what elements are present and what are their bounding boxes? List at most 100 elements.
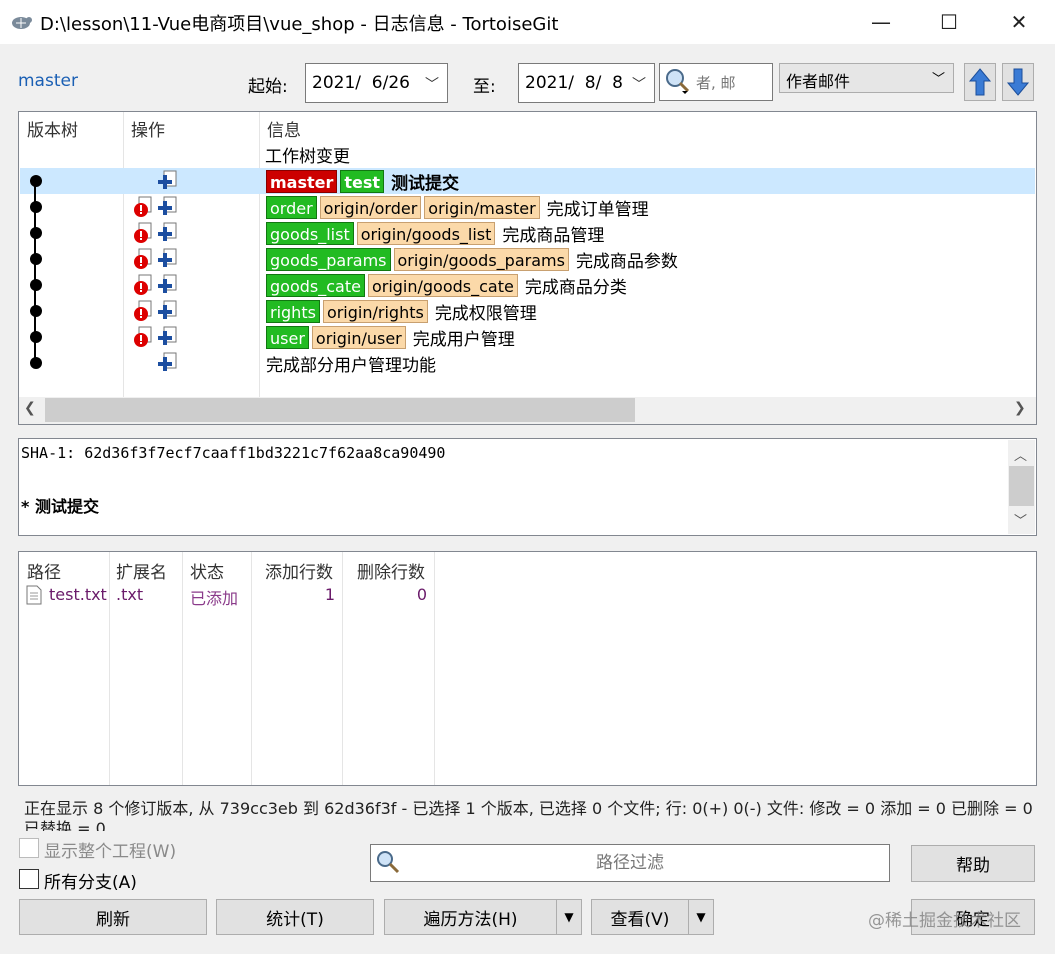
scroll-up-icon[interactable]: ︿ xyxy=(1014,445,1027,464)
file-added-icon xyxy=(158,300,177,319)
help-button-label: 帮助 xyxy=(956,856,990,876)
revision-node xyxy=(30,253,42,265)
horizontal-scroll-thumb[interactable] xyxy=(45,398,635,422)
walk-behavior-dropdown[interactable]: ▼ xyxy=(556,899,582,935)
search-field-select[interactable]: 作者邮件 ﹀ xyxy=(779,63,954,93)
scroll-down-icon[interactable]: ﹀ xyxy=(1014,510,1027,529)
remote-branch-tag: origin/user xyxy=(311,325,406,349)
text-file-icon xyxy=(26,585,42,605)
commit-message-text: 完成权限管理 xyxy=(434,303,537,324)
column-header-path[interactable]: 路径 xyxy=(27,558,61,583)
maximize-icon: ☐ xyxy=(940,10,958,34)
tortoisegit-app-icon xyxy=(12,17,32,29)
refresh-button[interactable]: 刷新 xyxy=(19,899,207,935)
branch-tag: rights xyxy=(266,299,320,323)
modified-warning-icon xyxy=(134,222,152,243)
from-date-label: 起始: xyxy=(248,77,288,97)
branch-tag: goods_params xyxy=(266,247,391,271)
commit-message-text: 完成商品参数 xyxy=(575,251,678,272)
view-dropdown[interactable]: ▼ xyxy=(688,899,714,935)
scroll-right-icon[interactable]: ❯ xyxy=(1014,400,1026,416)
file-added-icon xyxy=(158,248,177,267)
close-icon: ✕ xyxy=(1010,10,1028,34)
commit-message-text: 测试提交 xyxy=(391,173,460,194)
commit-message-text: 完成商品管理 xyxy=(502,225,605,246)
file-lines-deleted: 0 xyxy=(416,585,427,604)
branch-tag: goods_cate xyxy=(266,273,365,297)
revision-node xyxy=(30,331,42,343)
search-icon[interactable] xyxy=(664,67,692,95)
file-added-icon xyxy=(158,274,177,293)
file-added-icon xyxy=(158,326,177,345)
log-message: master test 测试提交 xyxy=(266,169,460,194)
column-header-status[interactable]: 状态 xyxy=(190,558,224,583)
branch-tag: user xyxy=(266,325,309,349)
file-extension: .txt xyxy=(116,585,144,604)
triangle-down-icon: ▼ xyxy=(696,910,706,924)
arrow-down-icon xyxy=(1006,68,1030,96)
modified-warning-icon xyxy=(134,274,152,295)
all-branches-checkbox[interactable] xyxy=(19,869,39,889)
revision-log-list[interactable]: 版本树 操作 信息 工作树变更 master test 测试提交 order origi… xyxy=(18,111,1037,425)
commit-sha: SHA-1: 62d36f3f7ecf7caaff1bd3221c7f62aa8… xyxy=(21,444,446,462)
log-message: goods_cate origin/goods_cate 完成商品分类 xyxy=(266,273,627,298)
to-date-picker[interactable]: 2021/ 8/ 8 ﹀ xyxy=(518,63,655,103)
watermark-text: @稀土掘金技术社区 xyxy=(868,911,1021,931)
maximize-button[interactable]: ☐ xyxy=(920,0,978,44)
file-added-icon xyxy=(158,222,177,241)
close-button[interactable]: ✕ xyxy=(990,0,1048,44)
triangle-down-icon: ▼ xyxy=(564,910,574,924)
view-button[interactable]: 查看(V) xyxy=(591,899,689,935)
log-row[interactable]: goods_params origin/goods_params 完成商品参数 xyxy=(20,246,1035,272)
all-branches-label: 所有分支(A) xyxy=(44,873,137,893)
log-row[interactable]: user origin/user 完成用户管理 xyxy=(20,324,1035,350)
log-message: user origin/user 完成用户管理 xyxy=(266,325,515,350)
minimize-button[interactable]: — xyxy=(852,0,910,44)
vertical-scroll-thumb[interactable] xyxy=(1009,466,1034,506)
column-header-graph[interactable]: 版本树 xyxy=(27,116,78,141)
log-row[interactable]: goods_cate origin/goods_cate 完成商品分类 xyxy=(20,272,1035,298)
changed-files-list[interactable]: 路径 扩展名 状态 添加行数 删除行数 test.txt .txt 已添加 1 … xyxy=(18,551,1037,786)
log-row[interactable]: master test 测试提交 xyxy=(20,168,1035,194)
column-header-actions[interactable]: 操作 xyxy=(131,116,165,141)
file-added-icon xyxy=(158,196,177,215)
statistics-button-label: 统计(T) xyxy=(266,909,324,930)
log-row[interactable]: rights origin/rights 完成权限管理 xyxy=(20,298,1035,324)
remote-branch-tag: origin/goods_cate xyxy=(367,273,518,297)
log-row[interactable]: order origin/order origin/master 完成订单管理 xyxy=(20,194,1035,220)
chevron-down-icon: ﹀ xyxy=(931,72,945,87)
log-message: goods_params origin/goods_params 完成商品参数 xyxy=(266,247,678,272)
help-button[interactable]: 帮助 xyxy=(911,845,1035,882)
commit-message-text: 完成用户管理 xyxy=(412,329,515,350)
file-status: 已添加 xyxy=(190,589,239,608)
walk-behavior-button[interactable]: 遍历方法(H) xyxy=(384,899,557,935)
column-header-lines-added[interactable]: 添加行数 xyxy=(265,558,333,583)
statistics-button[interactable]: 统计(T) xyxy=(216,899,374,935)
search-field-value: 作者邮件 xyxy=(786,72,851,91)
show-whole-project-checkbox[interactable] xyxy=(19,838,39,858)
from-date-picker[interactable]: 2021/ 6/26 ﹀ xyxy=(305,63,448,103)
revision-node xyxy=(30,357,42,369)
column-header-lines-deleted[interactable]: 删除行数 xyxy=(357,558,425,583)
log-row[interactable]: goods_list origin/goods_list 完成商品管理 xyxy=(20,220,1035,246)
chevron-down-icon: ﹀ xyxy=(425,77,439,93)
branch-tag: goods_list xyxy=(266,221,354,245)
minimize-icon: — xyxy=(871,10,891,34)
log-message: 完成部分用户管理功能 xyxy=(266,351,436,376)
scroll-left-icon[interactable]: ❮ xyxy=(24,400,36,416)
current-branch-link[interactable]: master xyxy=(18,71,78,91)
column-header-extension[interactable]: 扩展名 xyxy=(116,558,167,583)
path-filter-input[interactable]: 路径过滤 xyxy=(370,844,890,882)
next-page-button[interactable] xyxy=(1002,63,1034,101)
column-header-message[interactable]: 信息 xyxy=(267,116,301,141)
revision-node xyxy=(30,201,42,213)
revision-node xyxy=(30,279,42,291)
remote-branch-tag: origin/order xyxy=(319,195,422,219)
to-date-label: 至: xyxy=(473,77,496,97)
working-tree-changes-row[interactable]: 工作树变更 xyxy=(265,142,350,167)
file-path: test.txt xyxy=(49,585,107,604)
previous-page-button[interactable] xyxy=(964,63,996,101)
log-row[interactable]: 完成部分用户管理功能 xyxy=(20,350,1035,376)
show-whole-project-label: 显示整个工程(W) xyxy=(44,842,177,862)
branch-tag: test xyxy=(340,169,385,193)
